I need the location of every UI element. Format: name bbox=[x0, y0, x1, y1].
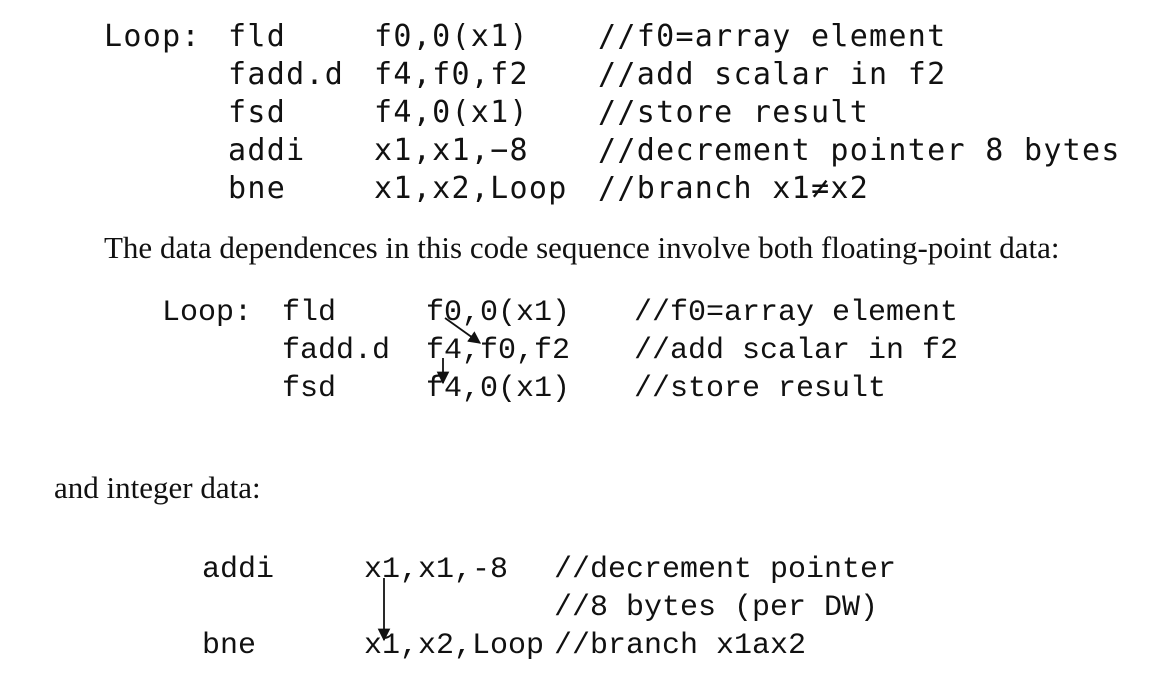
dependence-arrow-f0 bbox=[444, 317, 482, 344]
dependence-arrows bbox=[377, 317, 482, 642]
